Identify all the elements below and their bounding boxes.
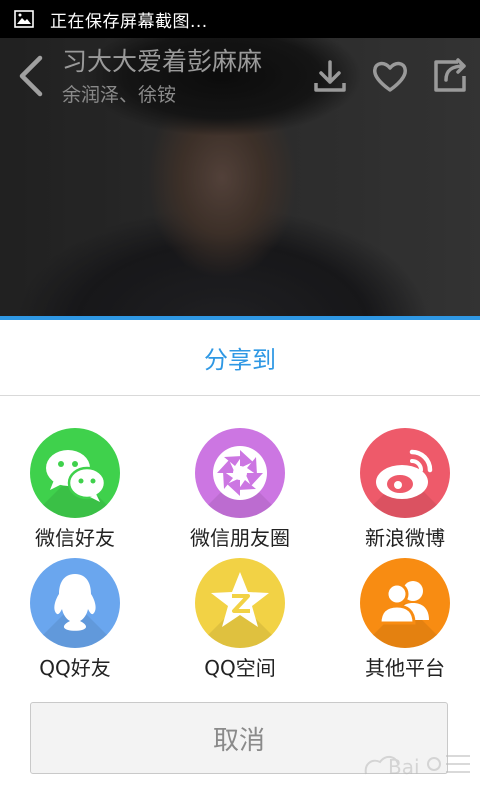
- share-label: 微信朋友圈: [190, 526, 290, 550]
- divider: [0, 395, 480, 396]
- share-qq-friend[interactable]: QQ好友: [0, 558, 150, 680]
- share-wechat-friend[interactable]: 微信好友: [0, 428, 150, 550]
- share-wechat-moments[interactable]: 微信朋友圈: [165, 428, 315, 550]
- baidu-jingyan-watermark: Bai: [364, 755, 470, 779]
- share-qzone[interactable]: QQ空间: [165, 558, 315, 680]
- status-bar: 正在保存屏幕截图...: [0, 0, 480, 38]
- download-icon[interactable]: [310, 56, 350, 96]
- qq-icon: [30, 558, 120, 648]
- image-icon: [14, 10, 34, 28]
- moments-icon: [195, 428, 285, 518]
- more-platforms-icon: [360, 558, 450, 648]
- heart-icon[interactable]: [370, 56, 410, 96]
- share-label: 新浪微博: [365, 526, 445, 550]
- share-sheet-title: 分享到: [204, 346, 276, 374]
- share-label: QQ空间: [204, 656, 276, 680]
- share-label: 其他平台: [365, 656, 445, 680]
- share-icon[interactable]: [430, 56, 470, 96]
- share-label: QQ好友: [39, 656, 111, 680]
- song-artists: 余润泽、徐铵: [62, 84, 177, 106]
- share-label: 微信好友: [35, 526, 115, 550]
- screenshot-notification: 正在保存屏幕截图...: [50, 11, 208, 32]
- qzone-icon: [195, 558, 285, 648]
- back-icon[interactable]: [14, 54, 48, 98]
- share-sina-weibo[interactable]: 新浪微博: [330, 428, 480, 550]
- wechat-icon: [30, 428, 120, 518]
- weibo-icon: [360, 428, 450, 518]
- share-other-platforms[interactable]: 其他平台: [330, 558, 480, 680]
- svg-text:Bai: Bai: [388, 755, 420, 779]
- song-title: 习大大爱着彭麻麻: [62, 47, 263, 76]
